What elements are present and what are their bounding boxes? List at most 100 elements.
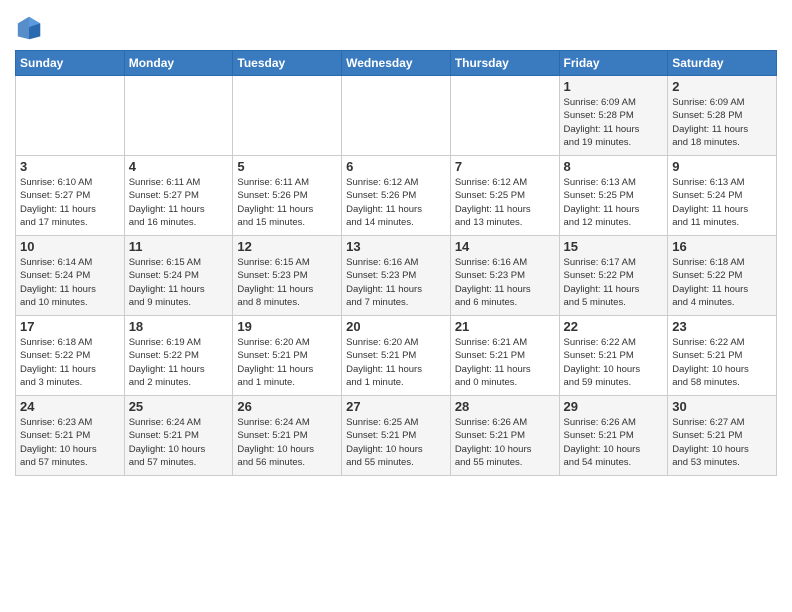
calendar-cell: 22 Sunrise: 6:22 AM Sunset: 5:21 PM Dayli… <box>559 316 668 396</box>
calendar-week-row: 1 Sunrise: 6:09 AM Sunset: 5:28 PM Daylig… <box>16 76 777 156</box>
day-info: Sunrise: 6:14 AM Sunset: 5:24 PM Dayligh… <box>20 256 120 309</box>
day-number: 21 <box>455 319 555 334</box>
calendar-cell: 24 Sunrise: 6:23 AM Sunset: 5:21 PM Dayli… <box>16 396 125 476</box>
weekday-header-sunday: Sunday <box>16 51 125 76</box>
calendar-week-row: 3 Sunrise: 6:10 AM Sunset: 5:27 PM Daylig… <box>16 156 777 236</box>
calendar-cell: 1Sunrise: 6:09 AM Sunset: 5:28 PM Daylig… <box>559 76 668 156</box>
calendar-cell <box>124 76 233 156</box>
day-number: 17 <box>20 319 120 334</box>
calendar-container: SundayMondayTuesdayWednesdayThursdayFrid… <box>0 0 792 491</box>
calendar-cell: 13Sunrise: 6:16 AM Sunset: 5:23 PM Dayli… <box>342 236 451 316</box>
weekday-header-row: SundayMondayTuesdayWednesdayThursdayFrid… <box>16 51 777 76</box>
calendar-cell: 10 Sunrise: 6:14 AM Sunset: 5:24 PM Dayli… <box>16 236 125 316</box>
day-number: 27 <box>346 399 446 414</box>
day-info: Sunrise: 6:11 AM Sunset: 5:27 PM Dayligh… <box>129 176 229 229</box>
day-info: Sunrise: 6:26 AM Sunset: 5:21 PM Dayligh… <box>564 416 664 469</box>
day-number: 29 <box>564 399 664 414</box>
day-number: 25 <box>129 399 229 414</box>
day-number: 22 <box>564 319 664 334</box>
calendar-cell: 5 Sunrise: 6:11 AM Sunset: 5:26 PM Daylig… <box>233 156 342 236</box>
day-info: Sunrise: 6:24 AM Sunset: 5:21 PM Dayligh… <box>237 416 337 469</box>
logo <box>15 14 45 42</box>
calendar-cell: 25 Sunrise: 6:24 AM Sunset: 5:21 PM Dayli… <box>124 396 233 476</box>
weekday-header-thursday: Thursday <box>450 51 559 76</box>
day-info: Sunrise: 6:22 AM Sunset: 5:21 PM Dayligh… <box>672 336 772 389</box>
calendar-cell: 11 Sunrise: 6:15 AM Sunset: 5:24 PM Dayli… <box>124 236 233 316</box>
calendar-header: SundayMondayTuesdayWednesdayThursdayFrid… <box>16 51 777 76</box>
day-info: Sunrise: 6:15 AM Sunset: 5:23 PM Dayligh… <box>237 256 337 309</box>
calendar-cell: 26 Sunrise: 6:24 AM Sunset: 5:21 PM Dayli… <box>233 396 342 476</box>
calendar-cell: 19 Sunrise: 6:20 AM Sunset: 5:21 PM Dayli… <box>233 316 342 396</box>
day-info: Sunrise: 6:11 AM Sunset: 5:26 PM Dayligh… <box>237 176 337 229</box>
day-number: 19 <box>237 319 337 334</box>
day-number: 7 <box>455 159 555 174</box>
calendar-cell: 2 Sunrise: 6:09 AM Sunset: 5:28 PM Daylig… <box>668 76 777 156</box>
day-number: 14 <box>455 239 555 254</box>
calendar-cell <box>16 76 125 156</box>
day-info: Sunrise: 6:13 AM Sunset: 5:25 PM Dayligh… <box>564 176 664 229</box>
logo-icon <box>15 14 43 42</box>
calendar-week-row: 17 Sunrise: 6:18 AM Sunset: 5:22 PM Dayli… <box>16 316 777 396</box>
day-number: 3 <box>20 159 120 174</box>
day-number: 9 <box>672 159 772 174</box>
day-info: Sunrise: 6:15 AM Sunset: 5:24 PM Dayligh… <box>129 256 229 309</box>
day-info: Sunrise: 6:27 AM Sunset: 5:21 PM Dayligh… <box>672 416 772 469</box>
day-info: Sunrise: 6:20 AM Sunset: 5:21 PM Dayligh… <box>237 336 337 389</box>
day-number: 20 <box>346 319 446 334</box>
calendar-cell: 27 Sunrise: 6:25 AM Sunset: 5:21 PM Dayli… <box>342 396 451 476</box>
day-info: Sunrise: 6:19 AM Sunset: 5:22 PM Dayligh… <box>129 336 229 389</box>
day-info: Sunrise: 6:16 AM Sunset: 5:23 PM Dayligh… <box>455 256 555 309</box>
weekday-header-wednesday: Wednesday <box>342 51 451 76</box>
calendar-cell: 14 Sunrise: 6:16 AM Sunset: 5:23 PM Dayli… <box>450 236 559 316</box>
calendar-cell: 12 Sunrise: 6:15 AM Sunset: 5:23 PM Dayli… <box>233 236 342 316</box>
calendar-cell <box>342 76 451 156</box>
day-info: Sunrise: 6:22 AM Sunset: 5:21 PM Dayligh… <box>564 336 664 389</box>
day-info: Sunrise: 6:17 AM Sunset: 5:22 PM Dayligh… <box>564 256 664 309</box>
calendar-cell: 29 Sunrise: 6:26 AM Sunset: 5:21 PM Dayli… <box>559 396 668 476</box>
calendar-cell: 28 Sunrise: 6:26 AM Sunset: 5:21 PM Dayli… <box>450 396 559 476</box>
day-info: Sunrise: 6:18 AM Sunset: 5:22 PM Dayligh… <box>672 256 772 309</box>
day-number: 15 <box>564 239 664 254</box>
calendar-cell: 21 Sunrise: 6:21 AM Sunset: 5:21 PM Dayli… <box>450 316 559 396</box>
day-info: Sunrise: 6:21 AM Sunset: 5:21 PM Dayligh… <box>455 336 555 389</box>
day-info: Sunrise: 6:18 AM Sunset: 5:22 PM Dayligh… <box>20 336 120 389</box>
day-number: 28 <box>455 399 555 414</box>
day-number: 10 <box>20 239 120 254</box>
day-number: 2 <box>672 79 772 94</box>
calendar-cell: 16 Sunrise: 6:18 AM Sunset: 5:22 PM Dayli… <box>668 236 777 316</box>
day-number: 5 <box>237 159 337 174</box>
day-info: Sunrise: 6:09 AM Sunset: 5:28 PM Dayligh… <box>672 96 772 149</box>
weekday-header-friday: Friday <box>559 51 668 76</box>
day-info: Sunrise: 6:10 AM Sunset: 5:27 PM Dayligh… <box>20 176 120 229</box>
day-number: 8 <box>564 159 664 174</box>
day-info: Sunrise: 6:12 AM Sunset: 5:25 PM Dayligh… <box>455 176 555 229</box>
day-number: 16 <box>672 239 772 254</box>
day-info: Sunrise: 6:23 AM Sunset: 5:21 PM Dayligh… <box>20 416 120 469</box>
calendar-cell <box>233 76 342 156</box>
day-number: 6 <box>346 159 446 174</box>
day-number: 12 <box>237 239 337 254</box>
day-number: 30 <box>672 399 772 414</box>
day-info: Sunrise: 6:26 AM Sunset: 5:21 PM Dayligh… <box>455 416 555 469</box>
day-info: Sunrise: 6:24 AM Sunset: 5:21 PM Dayligh… <box>129 416 229 469</box>
day-info: Sunrise: 6:25 AM Sunset: 5:21 PM Dayligh… <box>346 416 446 469</box>
day-number: 26 <box>237 399 337 414</box>
calendar-cell: 15 Sunrise: 6:17 AM Sunset: 5:22 PM Dayli… <box>559 236 668 316</box>
calendar-cell: 6 Sunrise: 6:12 AM Sunset: 5:26 PM Daylig… <box>342 156 451 236</box>
calendar-table: SundayMondayTuesdayWednesdayThursdayFrid… <box>15 50 777 476</box>
calendar-cell: 7 Sunrise: 6:12 AM Sunset: 5:25 PM Daylig… <box>450 156 559 236</box>
day-number: 13 <box>346 239 446 254</box>
calendar-cell: 18 Sunrise: 6:19 AM Sunset: 5:22 PM Dayli… <box>124 316 233 396</box>
calendar-cell: 20Sunrise: 6:20 AM Sunset: 5:21 PM Dayli… <box>342 316 451 396</box>
header <box>15 10 777 42</box>
calendar-cell: 3 Sunrise: 6:10 AM Sunset: 5:27 PM Daylig… <box>16 156 125 236</box>
day-number: 23 <box>672 319 772 334</box>
day-number: 11 <box>129 239 229 254</box>
day-number: 24 <box>20 399 120 414</box>
weekday-header-saturday: Saturday <box>668 51 777 76</box>
day-number: 1 <box>564 79 664 94</box>
calendar-cell: 30 Sunrise: 6:27 AM Sunset: 5:21 PM Dayli… <box>668 396 777 476</box>
calendar-cell <box>450 76 559 156</box>
day-info: Sunrise: 6:12 AM Sunset: 5:26 PM Dayligh… <box>346 176 446 229</box>
day-number: 18 <box>129 319 229 334</box>
